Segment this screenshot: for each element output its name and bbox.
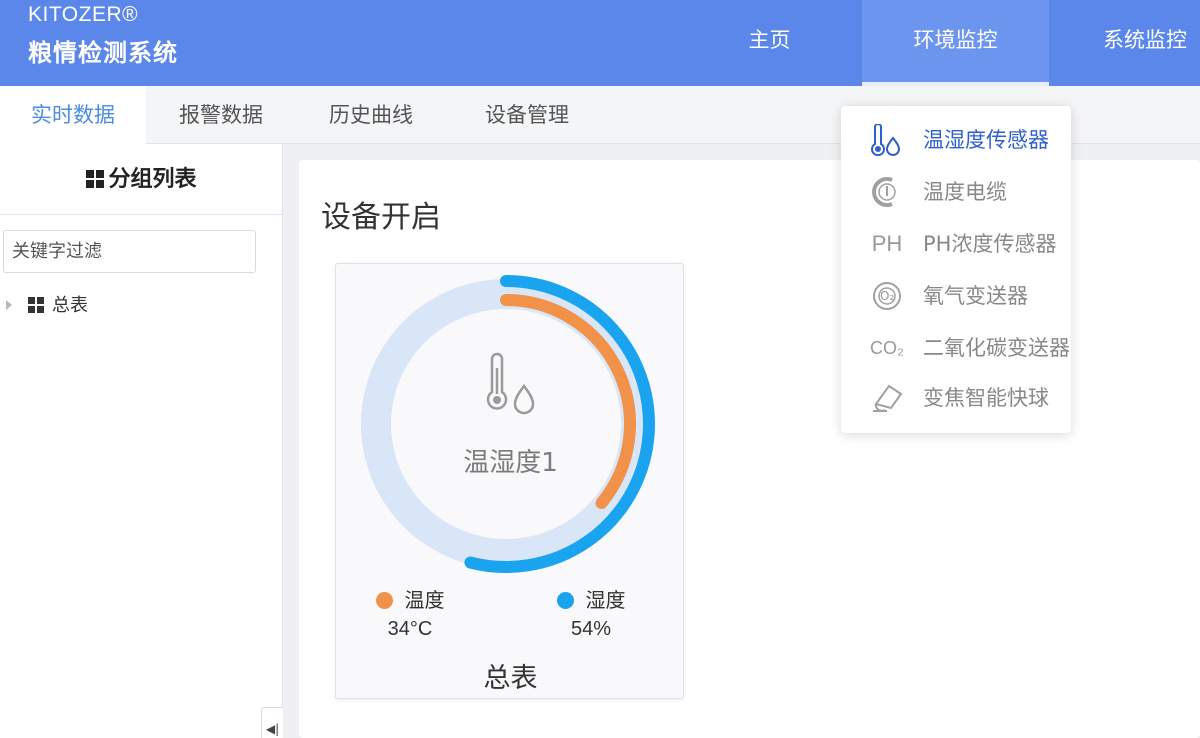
- nav-environment-monitor[interactable]: 环境监控: [862, 0, 1049, 86]
- menu-item-temperature-cable[interactable]: 温度电缆: [841, 172, 1071, 212]
- grid-icon: [28, 297, 44, 313]
- tab-alarm-data[interactable]: 报警数据: [146, 86, 296, 144]
- thermo-drop-icon: [486, 352, 535, 415]
- co2-icon: CO₂: [870, 338, 904, 358]
- top-nav: 主页 环境监控 系统监控: [0, 0, 1200, 86]
- collapse-sidebar-button[interactable]: ◀|: [261, 707, 283, 738]
- tab-history-curve[interactable]: 历史曲线: [296, 86, 446, 144]
- oxygen-icon-text: O₂: [880, 289, 895, 303]
- oxygen-icon: O₂: [867, 280, 907, 312]
- cable-temp-icon: [867, 176, 907, 208]
- menu-item-label: 氧气变送器: [923, 284, 1028, 308]
- device-name: 温湿度1: [463, 448, 558, 478]
- menu-item-co2-transmitter[interactable]: CO₂ 二氧化碳变送器: [841, 328, 1071, 368]
- menu-item-zoom-dome-camera[interactable]: 变焦智能快球: [841, 378, 1071, 418]
- nav-home[interactable]: 主页: [712, 0, 827, 86]
- tab-device-management[interactable]: 设备管理: [446, 86, 608, 144]
- menu-item-ph-sensor[interactable]: PH PH浓度传感器: [841, 224, 1071, 264]
- tab-realtime-data[interactable]: 实时数据: [0, 86, 146, 145]
- humidity-value: 54%: [570, 618, 612, 640]
- humidity-label: 湿度: [585, 588, 626, 612]
- expand-arrow-icon[interactable]: [6, 300, 12, 310]
- menu-item-label: 变焦智能快球: [923, 386, 1049, 410]
- environment-monitor-dropdown: 温湿度传感器 温度电缆 PH PH浓度传感器 O₂ 氧气变送器 CO₂ 二氧化碳…: [841, 106, 1071, 433]
- device-card[interactable]: 温湿度1 温度 34°C 湿度 54% 总表: [335, 263, 684, 699]
- humidity-dot-icon: [556, 592, 574, 609]
- menu-item-oxygen-transmitter[interactable]: O₂ 氧气变送器: [841, 276, 1071, 316]
- app-header: KITOZER® 粮情检测系统 主页 环境监控 系统监控: [0, 0, 1200, 86]
- menu-item-label: 温湿度传感器: [923, 128, 1049, 152]
- temperature-value: 34°C: [387, 618, 433, 640]
- temperature-label: 温度: [404, 588, 445, 612]
- page-title: 设备开启: [321, 200, 441, 235]
- menu-item-label: 二氧化碳变送器: [923, 336, 1070, 360]
- sidebar-title-text: 分组列表: [108, 167, 197, 192]
- humidity-legend: 湿度 54%: [531, 586, 651, 641]
- grid-icon: [86, 170, 105, 188]
- card-group-name: 总表: [483, 663, 538, 694]
- nav-system-monitor[interactable]: 系统监控: [1080, 0, 1200, 86]
- temperature-dot-icon: [375, 592, 393, 609]
- menu-item-label: PH浓度传感器: [923, 232, 1057, 256]
- menu-item-temp-humidity-sensor[interactable]: 温湿度传感器: [841, 120, 1071, 160]
- ph-icon: PH: [871, 231, 903, 256]
- temperature-legend: 温度 34°C: [350, 586, 470, 641]
- tree-item-label: 总表: [52, 295, 88, 316]
- sidebar-title: 分组列表: [0, 144, 283, 215]
- gauge-ring: [361, 275, 655, 573]
- camera-dome-icon: [867, 382, 907, 414]
- tree-item-summary[interactable]: 总表: [6, 294, 88, 318]
- menu-item-label: 温度电缆: [923, 180, 1007, 204]
- group-sidebar: 分组列表 总表 ◀|: [0, 144, 283, 738]
- keyword-filter-input[interactable]: [3, 230, 256, 273]
- thermo-drop-icon: [867, 123, 907, 157]
